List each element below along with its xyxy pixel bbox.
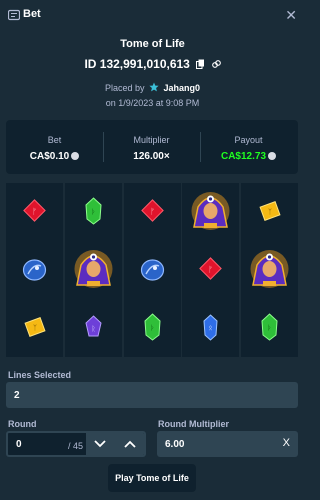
close-icon[interactable]: ✕ — [285, 7, 297, 24]
bet-id-row: ID 132,991,010,613 — [0, 56, 305, 71]
bet-label: Bet — [47, 135, 62, 145]
yellow-gem-icon: ᛉ — [24, 317, 46, 337]
reel-1: ᚠᛉ — [6, 183, 63, 357]
bet-amount: CA$0.10 — [6, 151, 103, 162]
blue-egg-symbol — [124, 241, 181, 299]
link-icon[interactable] — [211, 59, 221, 69]
stats-panel: Bet CA$0.10 Multiplier 126.00× Payout CA… — [6, 120, 298, 174]
placed-by-prefix: Placed by — [104, 83, 145, 93]
game-title: Tome of Life — [120, 38, 185, 50]
sphinx-icon — [74, 250, 113, 288]
reel-4: ᚠᛟ — [182, 183, 240, 357]
multiplier-label: Multiplier — [133, 135, 170, 145]
multiplier-stat: Multiplier 126.00× — [103, 120, 200, 174]
chevron-up-icon — [124, 440, 136, 448]
green-gem-symbol: ᚦ — [241, 299, 298, 357]
svg-text:ᚠ: ᚠ — [208, 265, 213, 274]
green-gem-icon: ᚦ — [143, 313, 161, 341]
yellow-gem-icon: ᛉ — [259, 201, 281, 221]
multiplier-value: 126.00× — [133, 151, 170, 162]
sphinx-symbol — [65, 241, 122, 299]
red-gem-symbol: ᚠ — [124, 183, 181, 241]
slot-reels: ᚠᛉᚦᚱᚠᚦᚠᛟᛉᚦ — [6, 183, 298, 357]
payout-amount: CA$12.73 — [200, 151, 297, 162]
vip-star-icon — [149, 82, 159, 92]
round-multiplier-value: 6.00 — [165, 439, 185, 450]
bet-stat: Bet CA$0.10 — [6, 120, 103, 174]
modal-header: Bet ✕ — [0, 0, 305, 30]
lines-input[interactable]: 2 — [6, 382, 298, 408]
svg-text:ᚦ: ᚦ — [91, 208, 95, 216]
cad-coin-icon — [71, 152, 80, 160]
sphinx-symbol — [241, 241, 298, 299]
blue-egg-symbol — [6, 241, 63, 299]
bet-date: on 1/9/2023 at 9:08 PM — [105, 98, 200, 108]
blue-egg-icon — [22, 259, 47, 281]
clear-button[interactable]: X — [283, 437, 290, 449]
bet-id: ID 132,991,010,613 — [84, 56, 190, 71]
blue-gem-icon: ᛟ — [203, 314, 218, 341]
svg-text:ᛉ: ᛉ — [268, 208, 272, 216]
blue-gem-symbol: ᛟ — [182, 299, 239, 357]
play-button[interactable]: Play Tome of Life — [108, 464, 196, 492]
round-down-button[interactable] — [86, 433, 114, 455]
round-label: Round — [8, 419, 37, 429]
copy-icon[interactable] — [196, 59, 205, 69]
svg-text:ᚦ: ᚦ — [150, 324, 154, 332]
purple-gem-symbol: ᚱ — [65, 299, 122, 357]
svg-text:ᛟ: ᛟ — [209, 324, 213, 332]
reel-2: ᚦᚱ — [64, 183, 122, 357]
svg-text:ᚠ: ᚠ — [150, 207, 155, 216]
sphinx-symbol — [182, 183, 239, 241]
round-up-button[interactable] — [114, 433, 144, 455]
green-gem-icon: ᚦ — [85, 197, 102, 225]
red-gem-icon: ᚠ — [23, 199, 46, 222]
svg-text:ᚱ: ᚱ — [91, 325, 95, 333]
green-gem-symbol: ᚦ — [65, 183, 122, 241]
blue-egg-icon — [140, 259, 164, 281]
lines-label: Lines Selected — [8, 370, 72, 380]
chevron-down-icon — [94, 440, 106, 448]
green-gem-symbol: ᚦ — [124, 299, 181, 357]
payout-stat: Payout CA$12.73 — [200, 120, 297, 174]
red-gem-icon: ᚠ — [140, 199, 164, 222]
svg-text:ᚠ: ᚠ — [32, 207, 37, 216]
green-gem-icon: ᚦ — [261, 313, 278, 341]
round-multiplier-label: Round Multiplier — [158, 419, 229, 429]
round-input[interactable]: 0 / 45 — [6, 431, 146, 457]
round-total: / 45 — [68, 441, 84, 451]
yellow-gem-symbol: ᛉ — [6, 299, 63, 357]
payout-label: Payout — [234, 135, 263, 145]
placed-by: Placed by Jahang0 — [0, 82, 305, 93]
modal-title: Bet — [23, 8, 41, 20]
red-gem-symbol: ᚠ — [6, 183, 63, 241]
reel-3: ᚠᚦ — [123, 183, 181, 357]
yellow-gem-symbol: ᛉ — [241, 183, 298, 241]
reel-5: ᛉᚦ — [241, 183, 298, 357]
ticket-icon — [8, 9, 20, 21]
username-link[interactable]: Jahang0 — [164, 83, 201, 93]
lines-value: 2 — [14, 390, 20, 401]
purple-gem-icon: ᚱ — [85, 315, 102, 337]
sphinx-icon — [250, 250, 289, 288]
round-multiplier-input[interactable]: 6.00 X — [157, 431, 298, 457]
red-gem-symbol: ᚠ — [182, 241, 239, 299]
cad-coin-icon — [268, 152, 277, 160]
round-value: 0 — [16, 439, 22, 450]
svg-text:ᚦ: ᚦ — [267, 324, 271, 332]
red-gem-icon: ᚠ — [199, 257, 223, 280]
sphinx-icon — [191, 192, 230, 230]
svg-text:ᛉ: ᛉ — [33, 324, 37, 332]
